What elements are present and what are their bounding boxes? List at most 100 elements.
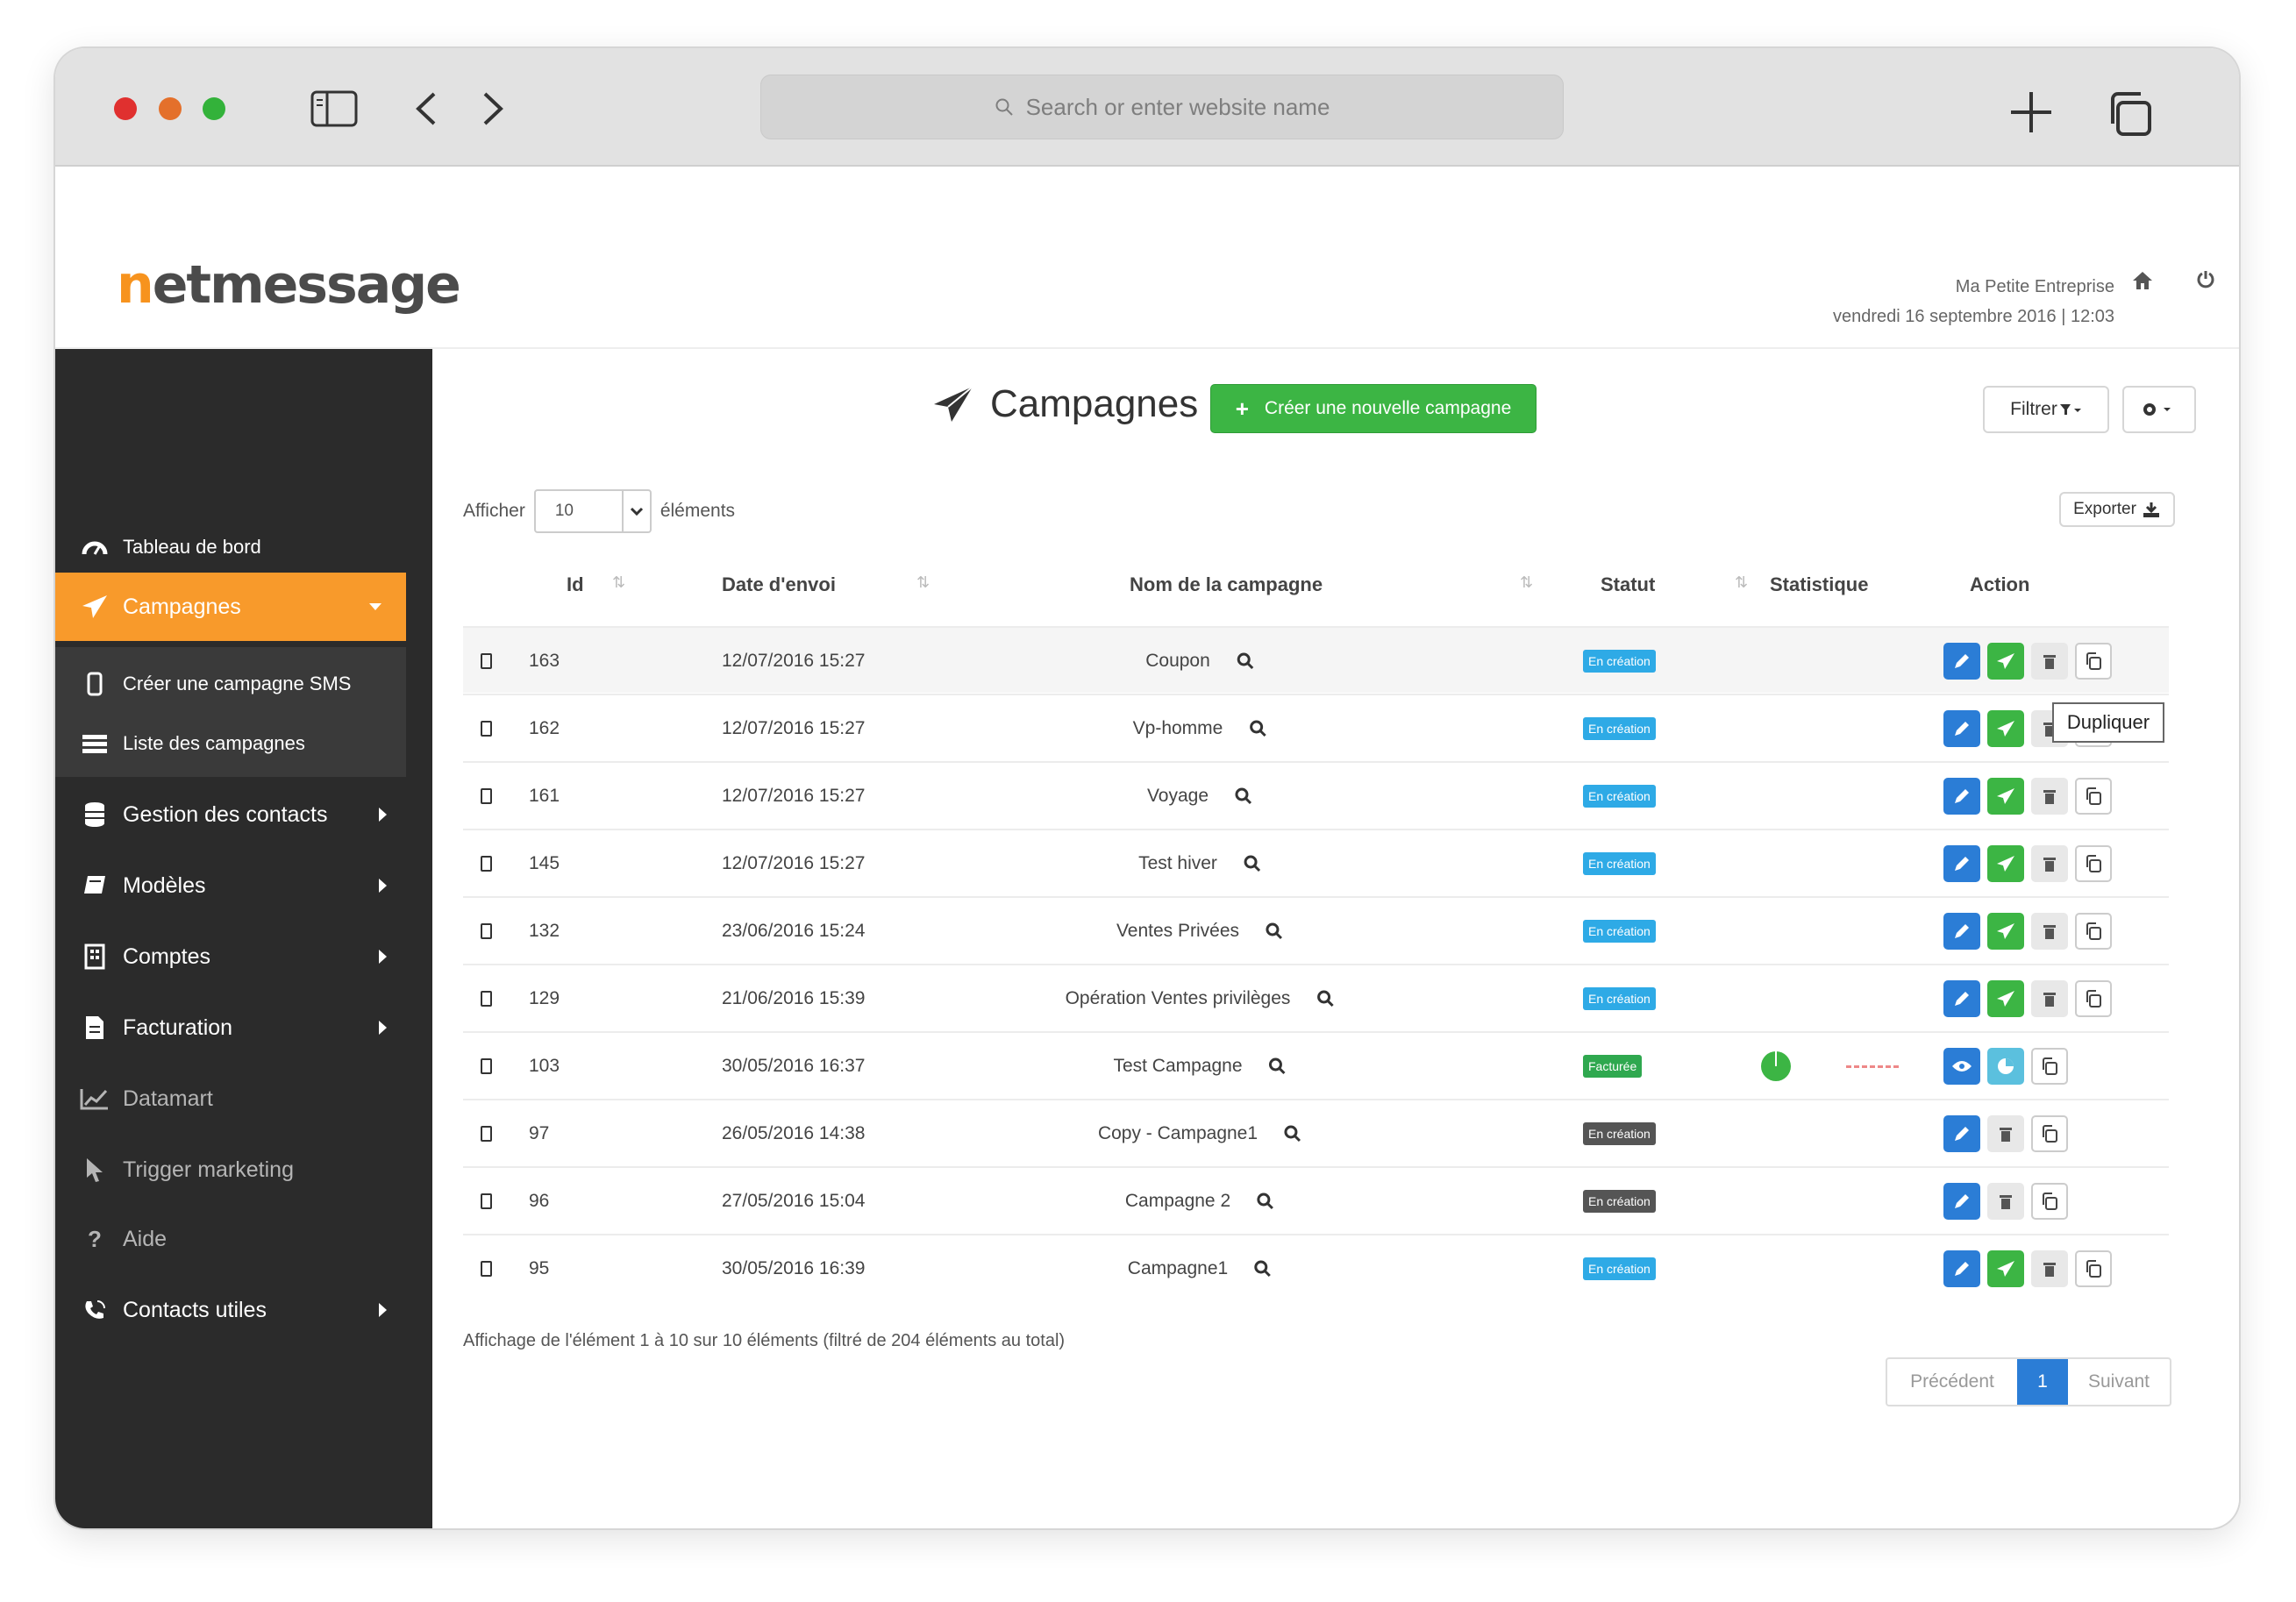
edit-button[interactable] bbox=[1943, 1250, 1980, 1287]
send-button[interactable] bbox=[1987, 845, 2024, 882]
statistics-button[interactable] bbox=[1987, 1048, 2024, 1085]
sidebar-item-campaign-list[interactable]: Liste des campagnes bbox=[55, 714, 406, 773]
sidebar-item-aide[interactable]: ? Aide bbox=[55, 1205, 406, 1273]
edit-button[interactable] bbox=[1943, 1183, 1980, 1220]
new-tab-icon[interactable] bbox=[2009, 90, 2053, 134]
search-icon[interactable] bbox=[1316, 990, 1334, 1007]
duplicate-button[interactable] bbox=[2075, 778, 2112, 815]
campaign-name[interactable]: Vp-homme bbox=[1133, 718, 1223, 739]
edit-button[interactable] bbox=[1943, 643, 1980, 680]
search-icon[interactable] bbox=[1266, 922, 1283, 940]
delete-button[interactable] bbox=[2031, 913, 2068, 950]
send-button[interactable] bbox=[1987, 913, 2024, 950]
sidebar-item-campagnes[interactable]: Campagnes bbox=[55, 573, 406, 641]
search-icon[interactable] bbox=[1244, 855, 1261, 872]
power-icon[interactable] bbox=[2196, 269, 2215, 288]
delete-button[interactable] bbox=[1987, 1183, 2024, 1220]
netmessage-logo[interactable]: netmessage bbox=[117, 254, 461, 316]
edit-button[interactable] bbox=[1943, 1115, 1980, 1152]
duplicate-button[interactable] bbox=[2075, 980, 2112, 1017]
sidebar-item-facturation[interactable]: Facturation bbox=[55, 993, 406, 1062]
statistics-pie-icon[interactable] bbox=[1758, 1049, 1793, 1084]
duplicate-button[interactable] bbox=[2075, 913, 2112, 950]
export-button[interactable]: Exporter bbox=[2059, 492, 2175, 527]
delete-button[interactable] bbox=[2031, 643, 2068, 680]
sidebar-toggle-icon[interactable] bbox=[310, 89, 359, 128]
column-header[interactable]: Id bbox=[567, 573, 584, 596]
paper-plane-icon bbox=[1995, 651, 2016, 671]
duplicate-button[interactable] bbox=[2031, 1115, 2068, 1152]
edit-button[interactable] bbox=[1943, 980, 1980, 1017]
duplicate-button[interactable] bbox=[2075, 845, 2112, 882]
delete-button[interactable] bbox=[1987, 1115, 2024, 1152]
zoom-window-button[interactable] bbox=[203, 97, 225, 120]
campaign-name[interactable]: Opération Ventes privilèges bbox=[1066, 988, 1291, 1009]
sidebar-item-contacts[interactable]: Gestion des contacts bbox=[55, 780, 406, 849]
sidebar-item-comptes[interactable]: Comptes bbox=[55, 922, 406, 991]
sort-icon[interactable]: ⇅ bbox=[1520, 573, 1533, 592]
campaign-name[interactable]: Test Campagne bbox=[1113, 1056, 1242, 1077]
next-page-button[interactable]: Suivant bbox=[2068, 1359, 2170, 1405]
duplicate-button[interactable] bbox=[2075, 1250, 2112, 1287]
search-icon[interactable] bbox=[1257, 1193, 1274, 1210]
page-length-select[interactable]: 10 bbox=[533, 489, 652, 533]
sidebar-item-modeles[interactable]: Modèles bbox=[55, 851, 406, 920]
page-1-button[interactable]: 1 bbox=[2017, 1359, 2068, 1405]
send-button[interactable] bbox=[1987, 778, 2024, 815]
delete-button[interactable] bbox=[2031, 845, 2068, 882]
search-icon[interactable] bbox=[1284, 1125, 1301, 1143]
campaign-name[interactable]: Coupon bbox=[1145, 651, 1210, 672]
minimize-window-button[interactable] bbox=[159, 97, 182, 120]
campaign-name[interactable]: Voyage bbox=[1147, 786, 1209, 807]
sort-icon[interactable]: ⇅ bbox=[916, 573, 930, 592]
tabs-overview-icon[interactable] bbox=[2106, 90, 2153, 138]
column-header[interactable]: Date d'envoi bbox=[722, 573, 836, 596]
create-campaign-button[interactable]: + Créer une nouvelle campagne bbox=[1210, 384, 1537, 433]
edit-button[interactable] bbox=[1943, 710, 1980, 747]
actions-cell bbox=[1943, 830, 2119, 897]
status-badge: En création bbox=[1583, 785, 1656, 808]
edit-button[interactable] bbox=[1943, 913, 1980, 950]
duplicate-button[interactable] bbox=[2031, 1183, 2068, 1220]
settings-button[interactable] bbox=[2122, 386, 2196, 433]
duplicate-button[interactable] bbox=[2031, 1048, 2068, 1085]
column-header[interactable]: Statut bbox=[1601, 573, 1655, 596]
edit-button[interactable] bbox=[1943, 845, 1980, 882]
send-button[interactable] bbox=[1987, 643, 2024, 680]
send-button[interactable] bbox=[1987, 710, 2024, 747]
delete-button[interactable] bbox=[2031, 1250, 2068, 1287]
sidebar-item-datamart[interactable]: Datamart bbox=[55, 1064, 406, 1133]
campaign-name[interactable]: Ventes Privées bbox=[1116, 921, 1239, 942]
campaign-name[interactable]: Campagne1 bbox=[1128, 1258, 1228, 1279]
delete-button[interactable] bbox=[2031, 778, 2068, 815]
search-icon[interactable] bbox=[1269, 1057, 1287, 1075]
duplicate-button[interactable] bbox=[2075, 643, 2112, 680]
send-button[interactable] bbox=[1987, 980, 2024, 1017]
campaign-name[interactable]: Campagne 2 bbox=[1125, 1191, 1230, 1212]
edit-button[interactable] bbox=[1943, 778, 1980, 815]
campaign-name[interactable]: Test hiver bbox=[1138, 853, 1217, 874]
column-header[interactable]: Nom de la campagne bbox=[1130, 573, 1323, 596]
campaign-name[interactable]: Copy - Campagne1 bbox=[1098, 1123, 1258, 1144]
search-icon[interactable] bbox=[1249, 720, 1266, 737]
search-icon[interactable] bbox=[1235, 787, 1252, 805]
search-icon[interactable] bbox=[1237, 652, 1254, 670]
filter-button[interactable]: Filtrer bbox=[1983, 386, 2109, 433]
home-icon[interactable] bbox=[2131, 269, 2154, 292]
search-icon[interactable] bbox=[1254, 1260, 1272, 1278]
sidebar-item-contacts-utiles[interactable]: Contacts utiles bbox=[55, 1276, 406, 1344]
view-button[interactable] bbox=[1943, 1048, 1980, 1085]
sort-icon[interactable]: ⇅ bbox=[612, 573, 625, 592]
back-icon[interactable] bbox=[413, 90, 439, 127]
address-bar[interactable]: Search or enter website name bbox=[760, 75, 1564, 139]
sidebar-item-trigger[interactable]: Trigger marketing bbox=[55, 1136, 406, 1204]
sidebar-item-label: Liste des campagnes bbox=[123, 732, 305, 754]
close-window-button[interactable] bbox=[114, 97, 137, 120]
sidebar-item-create-sms[interactable]: Créer une campagne SMS bbox=[55, 654, 406, 714]
send-button[interactable] bbox=[1987, 1250, 2024, 1287]
delete-button[interactable] bbox=[2031, 980, 2068, 1017]
sort-icon[interactable]: ⇅ bbox=[1735, 573, 1748, 592]
previous-page-button[interactable]: Précédent bbox=[1887, 1359, 2017, 1405]
sidebar-item-dashboard[interactable]: Tableau de bord bbox=[55, 517, 406, 577]
forward-icon[interactable] bbox=[480, 90, 506, 127]
